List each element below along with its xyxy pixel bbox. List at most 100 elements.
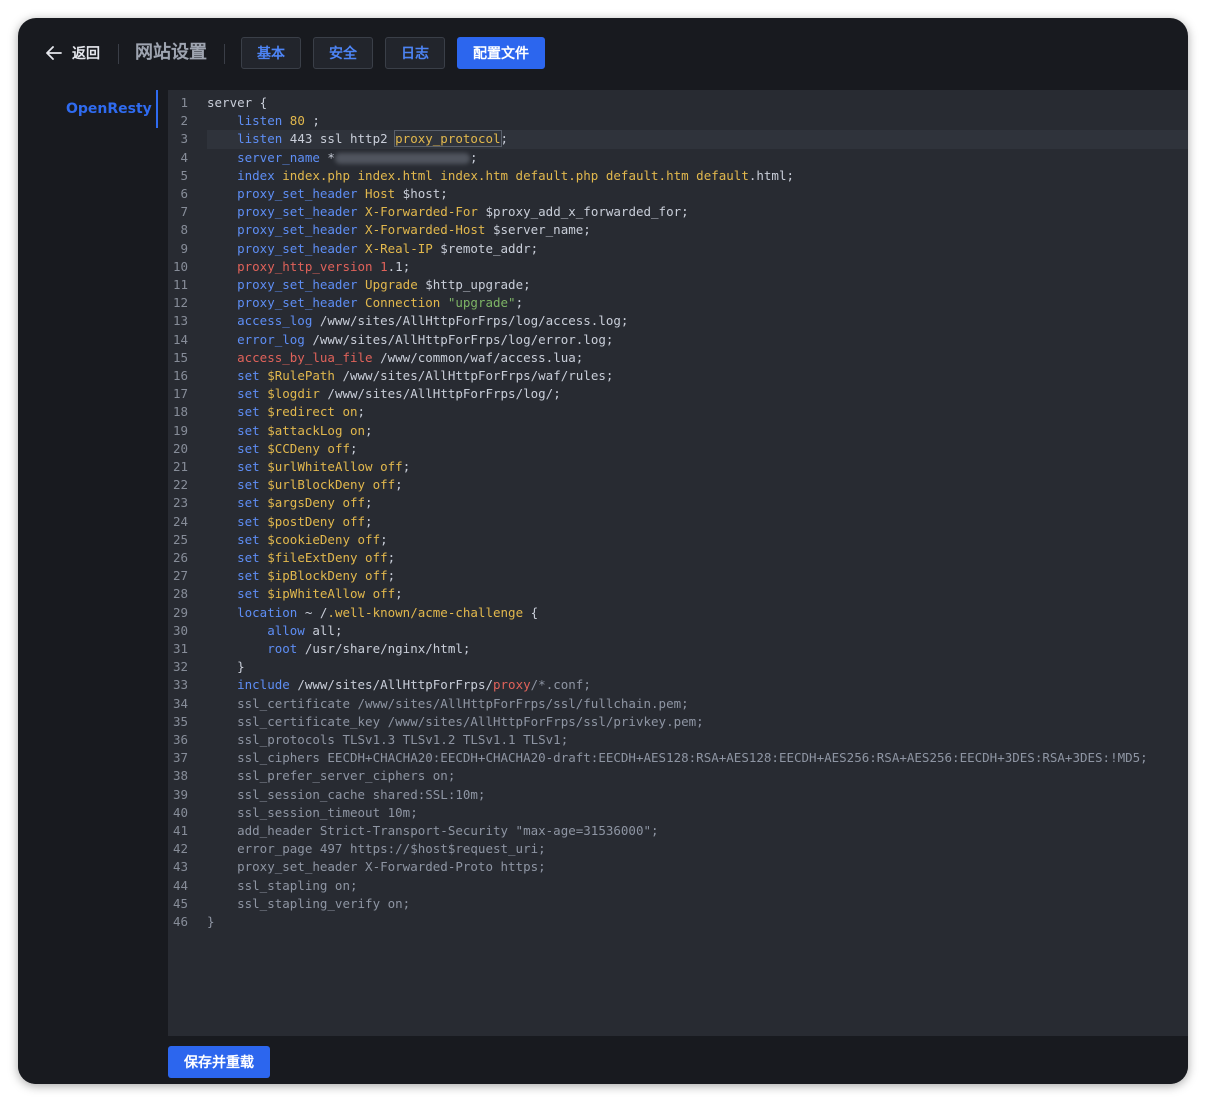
line-number: 5 xyxy=(180,167,188,183)
line-number: 37 xyxy=(172,750,188,766)
code-line[interactable]: proxy_set_header X-Forwarded-For $proxy_… xyxy=(207,203,689,221)
code-line[interactable]: include /www/sites/AllHttpForFrps/proxy/… xyxy=(207,676,591,694)
line-number: 42 xyxy=(172,841,188,857)
save-and-reload-button[interactable]: 保存并重载 xyxy=(168,1046,270,1078)
code-token: ; xyxy=(365,513,373,529)
line-number: 46 xyxy=(172,914,188,929)
code-line[interactable]: proxy_set_header X-Forwarded-Proto https… xyxy=(207,858,546,876)
code-token: set xyxy=(207,404,260,420)
code-line[interactable]: set $logdir /www/sites/AllHttpForFrps/lo… xyxy=(207,385,561,403)
code-line[interactable]: set $redirect on; xyxy=(207,403,365,421)
code-token: $fileExtDeny off xyxy=(259,550,388,565)
header: 返回 网站设置 基本 安全 日志 配置文件 xyxy=(18,18,1188,88)
code-token: error_log xyxy=(207,331,305,347)
code-token: location xyxy=(207,604,298,620)
line-number: 15 xyxy=(172,349,188,365)
code-line[interactable]: proxy_set_header Connection "upgrade"; xyxy=(207,294,523,312)
code-line[interactable]: proxy_set_header X-Forwarded-Host $serve… xyxy=(207,221,591,239)
code-line[interactable]: proxy_set_header Host $host; xyxy=(207,185,448,203)
line-number: 43 xyxy=(172,859,188,875)
code-token: $host; xyxy=(395,186,448,201)
code-line[interactable]: server_name *; xyxy=(207,149,477,167)
line-number-gutter: 1 2 3 4 5 6 7 8 9 10 11 12 13 14 15 16 17 18 19 20 21 22 23 24 2… xyxy=(168,90,202,1036)
code-line[interactable]: set $postDeny off; xyxy=(207,513,373,531)
line-number: 31 xyxy=(172,641,188,656)
line-number: 26 xyxy=(172,550,188,565)
code-line[interactable]: } xyxy=(207,658,245,676)
code-token: set xyxy=(207,477,260,493)
code-line[interactable]: server { xyxy=(207,94,267,112)
code-line[interactable]: root /usr/share/nginx/html; xyxy=(207,640,470,658)
tab-config-file[interactable]: 配置文件 xyxy=(457,37,545,69)
line-number: 40 xyxy=(172,804,188,820)
code-token: $CCDeny off xyxy=(259,440,350,456)
code-line[interactable]: ssl_certificate_key /www/sites/AllHttpFo… xyxy=(207,713,704,731)
code-line[interactable]: set $RulePath /www/sites/AllHttpForFrps/… xyxy=(207,367,613,385)
code-token: ; xyxy=(304,113,320,129)
code-line[interactable]: set $attackLog on; xyxy=(207,422,372,440)
code-line[interactable]: listen 443 ssl http2 proxy_protocol; xyxy=(207,130,508,148)
code-area[interactable]: server { listen 80 ; listen 443 ssl http… xyxy=(207,90,1188,1036)
tab-security[interactable]: 安全 xyxy=(313,37,373,69)
sidebar-item-openresty[interactable]: OpenResty xyxy=(66,98,152,120)
code-line[interactable]: set $urlWhiteAllow off; xyxy=(207,458,410,476)
code-line[interactable]: access_log /www/sites/AllHttpForFrps/log… xyxy=(207,312,628,330)
line-number: 25 xyxy=(172,531,188,547)
tab-logs[interactable]: 日志 xyxy=(385,37,445,69)
code-line[interactable]: proxy_set_header X-Real-IP $remote_addr; xyxy=(207,240,538,258)
code-line[interactable]: ssl_session_cache shared:SSL:10m; xyxy=(207,786,485,804)
code-line[interactable]: proxy_http_version 1.1; xyxy=(207,258,410,276)
code-line[interactable]: ssl_prefer_server_ciphers on; xyxy=(207,767,455,785)
code-token: /www/sites/AllHttpForFrps/waf/rules; xyxy=(334,368,614,383)
code-token: { xyxy=(523,604,539,620)
line-number: 30 xyxy=(172,622,188,638)
code-line[interactable]: set $CCDeny off; xyxy=(207,440,357,458)
code-token: "upgrade" xyxy=(440,295,516,311)
code-token: /www/common/waf/access.lua; xyxy=(372,349,584,365)
line-number: 22 xyxy=(172,477,188,493)
code-line[interactable]: allow all; xyxy=(207,622,342,640)
code-line[interactable]: index index.php index.html index.htm def… xyxy=(207,167,794,185)
code-line[interactable]: access_by_lua_file /www/common/waf/acces… xyxy=(207,349,583,367)
code-line[interactable]: set $fileExtDeny off; xyxy=(207,549,395,567)
code-line[interactable]: set $ipBlockDeny off; xyxy=(207,567,395,585)
back-button[interactable]: 返回 xyxy=(46,40,100,66)
code-token: index xyxy=(207,167,275,183)
code-line[interactable]: } xyxy=(207,913,215,931)
code-token: ; xyxy=(387,568,396,584)
page-title: 网站设置 xyxy=(135,42,207,63)
code-line[interactable]: error_log /www/sites/AllHttpForFrps/log/… xyxy=(207,331,613,349)
code-line[interactable]: error_page 497 https://$host$request_uri… xyxy=(207,840,546,858)
code-token: ; xyxy=(395,586,403,602)
line-number: 7 xyxy=(180,204,188,220)
code-token: /www/sites/AllHttpForFrps/log/error.log; xyxy=(304,331,614,347)
code-token: $cookieDeny off xyxy=(259,531,381,547)
code-line[interactable]: set $cookieDeny off; xyxy=(207,531,388,549)
code-line[interactable]: ssl_session_timeout 10m; xyxy=(207,804,418,822)
code-line[interactable]: set $ipWhiteAllow off; xyxy=(207,585,403,603)
code-line[interactable]: set $urlBlockDeny off; xyxy=(207,476,403,494)
code-token: Connection xyxy=(357,295,441,311)
code-token: X-Forwarded-Host xyxy=(357,222,486,238)
code-line[interactable]: ssl_stapling on; xyxy=(207,877,357,895)
code-token: 443 ssl http2 xyxy=(282,131,396,147)
line-number: 18 xyxy=(172,404,188,420)
code-token: allow xyxy=(207,622,305,638)
code-line[interactable]: ssl_protocols TLSv1.3 TLSv1.2 TLSv1.1 TL… xyxy=(207,731,568,749)
code-line[interactable]: listen 80 ; xyxy=(207,112,320,130)
code-line[interactable]: ssl_stapling_verify on; xyxy=(207,895,410,913)
code-line[interactable]: set $argsDeny off; xyxy=(207,494,372,512)
code-line[interactable]: add_header Strict-Transport-Security "ma… xyxy=(207,822,658,840)
code-token: /usr/share/nginx/html; xyxy=(297,641,471,656)
code-line[interactable]: location ~ /.well-known/acme-challenge { xyxy=(207,604,538,622)
code-token: 80 xyxy=(282,113,305,129)
code-token: X-Forwarded-For xyxy=(357,204,478,220)
code-token: all; xyxy=(304,622,343,638)
code-editor[interactable]: 1 2 3 4 5 6 7 8 9 10 11 12 13 14 15 16 17 18 19 20 21 22 23 24 2… xyxy=(168,90,1188,1036)
code-line[interactable]: ssl_certificate /www/sites/AllHttpForFrp… xyxy=(207,695,689,713)
code-line[interactable]: proxy_set_header Upgrade $http_upgrade; xyxy=(207,276,531,294)
code-token: $server_name; xyxy=(485,222,591,238)
code-token: 1 xyxy=(372,258,388,274)
code-line[interactable]: ssl_ciphers EECDH+CHACHA20:EECDH+CHACHA2… xyxy=(207,749,1148,767)
tab-basic[interactable]: 基本 xyxy=(241,37,301,69)
